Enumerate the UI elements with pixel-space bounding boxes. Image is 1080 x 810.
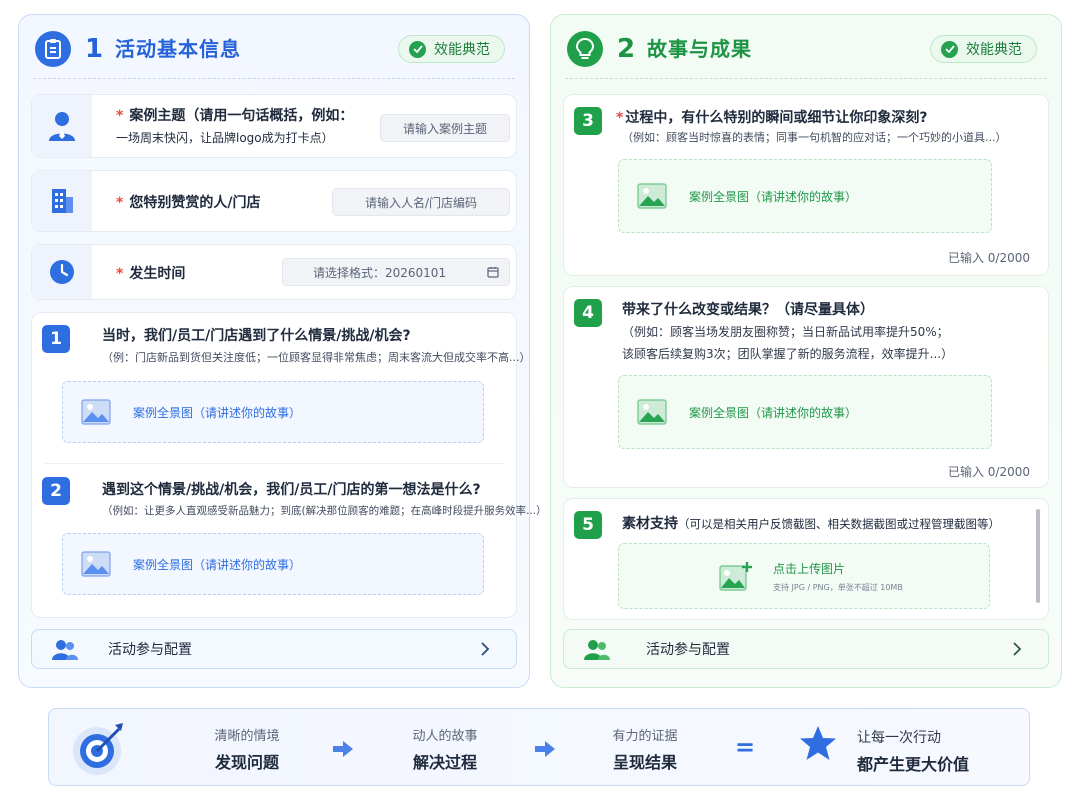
flow-step-title: 发现问题 (214, 753, 279, 772)
efficiency-badge: 效能典范 (398, 35, 505, 63)
flow-step-title: 解决过程 (412, 753, 477, 772)
praised-person-input[interactable]: 请输入人名/门店编码 (332, 188, 510, 216)
upload-label: 案例全景图（请讲述你的故事） (133, 405, 302, 420)
upload-dropzone[interactable]: 案例全景图（请讲述你的故事） (618, 375, 992, 449)
question-card: 4 带来了什么改变或结果？（请尽量具体） （例如：顾客当场发朋友圈称赞；当日新品… (563, 286, 1049, 488)
occur-time-label: * 发生时间 (116, 266, 186, 282)
char-count: 已输入 0/2000 (947, 251, 1030, 265)
question-hint-line2: 该顾客后续复购3次；团队掌握了新的服务流程，效率提升...） (622, 347, 954, 361)
flow-result-title: 都产生更大价值 (857, 755, 970, 774)
upload-label: 案例全景图（请讲述你的故事） (689, 405, 858, 420)
question-number: 5 (574, 511, 602, 539)
activity-config-label: 活动参与配置 (108, 642, 192, 658)
question-hint: （例如：顾客当场发朋友圈称赞；当日新品试用率提升50%； (622, 325, 949, 339)
panel-header: 2 故事与成果 效能典范 (565, 29, 1047, 79)
section-title: 故事与成果 (647, 37, 752, 61)
clipboard-icon (35, 31, 71, 67)
users-icon (52, 639, 78, 665)
praised-person-field: * 您特别赞赏的人/门店 请输入人名/门店编码 (31, 170, 517, 232)
question-title: 遇到这个情景/挑战/机会，我们/员工/门店的第一想法是什么? (102, 482, 481, 498)
upload-dropzone[interactable]: 案例全景图（请讲述你的故事） (62, 533, 484, 595)
char-count: 已输入 0/2000 (947, 465, 1030, 479)
activity-config-label: 活动参与配置 (646, 642, 730, 658)
value-flow-banner: 清晰的情境 发现问题 动人的故事 解决过程 有力的证据 呈现结果 = 让每一次行… (48, 708, 1030, 786)
upload-label: 点击上传图片 (773, 561, 846, 576)
question-number: 3 (574, 107, 602, 135)
arrow-right-icon (333, 741, 353, 761)
building-icon (32, 171, 92, 231)
chevron-right-icon (480, 641, 490, 661)
target-icon (71, 719, 129, 781)
add-image-icon (719, 562, 752, 591)
activity-config-bar[interactable]: 活动参与配置 (563, 629, 1049, 669)
upload-label: 案例全景图（请讲述你的故事） (133, 557, 302, 572)
check-circle-icon (409, 40, 426, 58)
clock-icon (32, 245, 92, 299)
question-title: * 过程中，有什么特别的瞬间或细节让你印象深刻? (616, 110, 928, 126)
upload-label: 案例全景图（请讲述你的故事） (689, 189, 858, 204)
question-hint: （例如：让更多人直观感受新品魅力；到底(解决那位顾客的难题；在高峰时段提升服务效… (102, 505, 547, 517)
case-theme-label-line2: 一场周末快闪，让品牌logo成为打卡点） (116, 131, 334, 145)
case-theme-field: * 案例主题（请用一句话概括，例如： 一场周末快闪，让品牌logo成为打卡点） 请… (31, 94, 517, 158)
section-title: 活动基本信息 (115, 37, 241, 61)
question-title: 素材支持（可以是相关用户反馈截图、相关数据截图或过程管理截图等） (622, 516, 1000, 532)
flow-step-title: 呈现结果 (612, 753, 677, 772)
arrow-right-icon (535, 741, 555, 761)
occur-time-input[interactable]: 请选择格式：20260101 (282, 258, 510, 286)
questions-card: 1 当时，我们/员工/门店遇到了什么情景/挑战/机会? （例：门店新品到货但关注… (31, 312, 547, 618)
question-title: 带来了什么改变或结果？（请尽量具体） (622, 302, 874, 318)
question-number: 1 (42, 325, 70, 353)
users-icon (584, 639, 610, 665)
scrollbar[interactable] (1036, 509, 1040, 603)
image-icon (637, 399, 667, 425)
question-number: 2 (42, 477, 70, 505)
question-card: 3 * 过程中，有什么特别的瞬间或细节让你印象深刻? （例如：顾客当时惊喜的表情；… (563, 94, 1049, 276)
question-hint: （例如：顾客当时惊喜的表情；同事一句机智的应对话；一个巧妙的小道具...） (622, 131, 1007, 144)
image-upload-dropzone[interactable]: 点击上传图片 支持 JPG / PNG，单张不超过 10MB (618, 543, 990, 609)
occur-time-field: * 发生时间 请选择格式：20260101 (31, 244, 517, 300)
upload-dropzone[interactable]: 案例全景图（请讲述你的故事） (618, 159, 992, 233)
activity-info-panel: 1 活动基本信息 效能典范 * 案例主题（请用一句话概括，例如： 一场周末快闪，让… (18, 14, 547, 688)
occur-time-placeholder: 请选择格式：20260101 (313, 265, 447, 280)
activity-config-bar[interactable]: 活动参与配置 (31, 629, 517, 669)
case-theme-label: * 案例主题（请用一句话概括，例如： (116, 108, 354, 124)
flow-result-caption: 让每一次行动 (857, 730, 941, 746)
image-icon (81, 399, 111, 425)
image-icon (81, 551, 111, 577)
star-icon (799, 725, 837, 765)
panel-header: 1 活动基本信息 效能典范 (33, 29, 515, 79)
material-support-card: 5 素材支持（可以是相关用户反馈截图、相关数据截图或过程管理截图等） 点击上传图… (563, 498, 1049, 620)
section-number: 1 (85, 34, 104, 64)
case-theme-input[interactable]: 请输入案例主题 (380, 114, 510, 142)
upload-dropzone[interactable]: 案例全景图（请讲述你的故事） (62, 381, 484, 443)
question-number: 4 (574, 299, 602, 327)
check-circle-icon (941, 40, 958, 58)
divider (44, 463, 504, 464)
praised-person-label: * 您特别赞赏的人/门店 (116, 195, 261, 211)
section-number: 2 (617, 34, 636, 64)
flow-step-caption: 清晰的情境 (214, 729, 280, 744)
story-results-panel: 2 故事与成果 效能典范 3 * 过程中，有什么特别的瞬间或细节让你印象深刻? （… (550, 14, 1062, 688)
badge-label: 效能典范 (434, 42, 490, 58)
question-hint: （例：门店新品到货但关注度低；一位顾客显得非常焦虑；周末客流大但成交率不高...… (102, 351, 531, 364)
badge-label: 效能典范 (966, 42, 1022, 58)
flow-step-caption: 有力的证据 (612, 729, 678, 744)
calendar-icon[interactable] (487, 266, 499, 281)
user-icon (32, 95, 92, 157)
efficiency-badge: 效能典范 (930, 35, 1037, 63)
image-icon (637, 183, 667, 209)
flow-step-caption: 动人的故事 (412, 729, 478, 744)
question-title: 当时，我们/员工/门店遇到了什么情景/挑战/机会? (102, 328, 411, 344)
equals-sign: = (735, 733, 756, 761)
lightbulb-icon (567, 31, 603, 67)
upload-hint: 支持 JPG / PNG，单张不超过 10MB (773, 582, 903, 592)
chevron-right-icon (1012, 641, 1022, 661)
